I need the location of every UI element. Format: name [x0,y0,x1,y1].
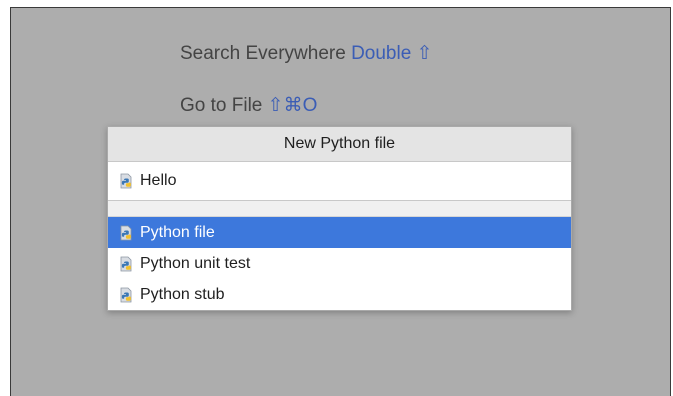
ide-editor-area: Search Everywhere Double ⇧ Go to File ⇧⌘… [10,7,671,396]
python-file-icon [120,256,132,271]
go-to-file-shortcut: ⇧⌘O [267,95,318,116]
file-kind-python-unit-test[interactable]: Python unit test [108,248,571,279]
new-python-file-popup: New Python file Hello Python file Python… [107,126,572,311]
file-kind-python-stub[interactable]: Python stub [108,279,571,310]
file-name-value: Hello [140,172,177,189]
popup-title: New Python file [108,127,571,162]
go-to-file-label: Go to File [180,95,263,116]
python-file-icon [120,225,132,240]
file-kind-label: Python unit test [140,254,251,272]
search-everywhere-label: Search Everywhere [180,43,346,64]
file-kind-label: Python stub [140,285,225,303]
file-kind-label: Python file [140,223,215,241]
go-to-file-hint: Go to File ⇧⌘O [180,94,317,117]
section-separator [108,201,571,217]
file-kind-list: Python file Python unit test Python stub [108,217,571,310]
python-file-icon [120,287,132,302]
search-everywhere-shortcut: Double ⇧ [351,43,433,64]
search-everywhere-hint: Search Everywhere Double ⇧ [180,42,433,65]
file-kind-python-file[interactable]: Python file [108,217,571,248]
python-file-icon [120,173,132,189]
file-name-field[interactable]: Hello [108,162,571,201]
